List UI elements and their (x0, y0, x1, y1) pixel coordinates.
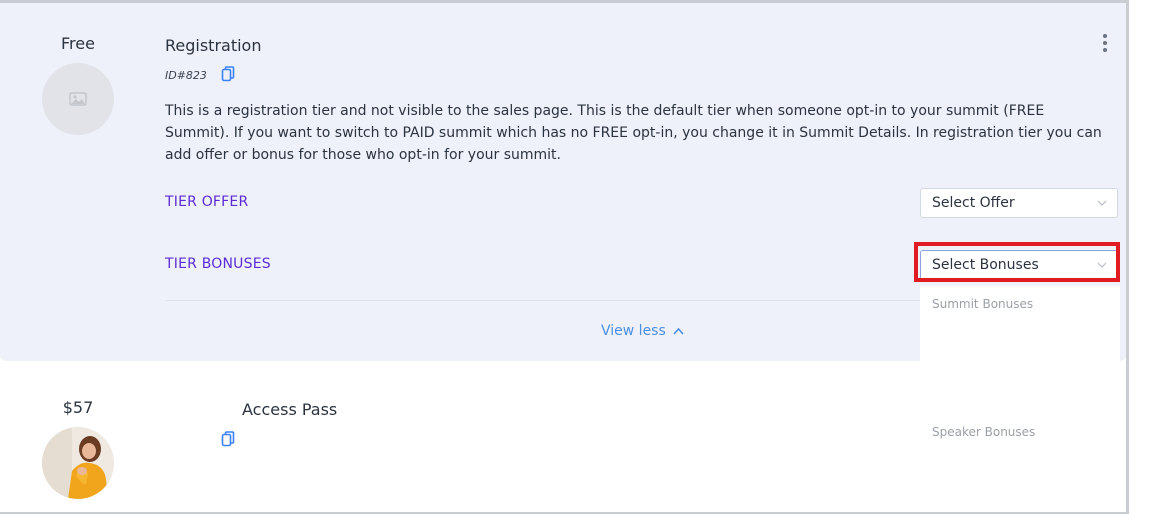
chevron-up-icon (673, 327, 684, 335)
person-photo (42, 427, 114, 499)
tier-price: $57 (62, 398, 94, 417)
bonuses-dropdown-menu: Summit Bonuses Speaker Bonuses (920, 286, 1120, 512)
tiers-panel: Free Registration ID#823 This is a regis… (0, 0, 1129, 514)
tier-description: This is a registration tier and not visi… (165, 103, 1102, 163)
tier-bonuses-label: TIER BONUSES (165, 256, 271, 272)
highlight-box (914, 242, 1120, 282)
dropdown-group-summit-bonuses: Summit Bonuses (932, 297, 1034, 311)
tier-offer-label: TIER OFFER (165, 194, 249, 210)
tier-id: ID#823 (165, 69, 207, 82)
tier-price: Free (61, 34, 95, 53)
tier-thumbnail[interactable] (42, 63, 114, 135)
view-less-label: View less (601, 323, 666, 339)
dropdown-group-speaker-bonuses: Speaker Bonuses (932, 425, 1036, 439)
copy-icon[interactable] (221, 431, 235, 447)
tier-name: Access Pass (242, 400, 338, 419)
divider (165, 300, 920, 301)
tier-name: Registration (165, 36, 262, 55)
image-placeholder-icon (69, 92, 87, 106)
tier-thumbnail[interactable] (42, 427, 114, 499)
more-options-icon[interactable] (1102, 34, 1108, 54)
select-offer-dropdown[interactable]: Select Offer (920, 188, 1118, 218)
chevron-down-icon (1097, 200, 1107, 206)
view-less-link[interactable]: View less (601, 323, 684, 339)
select-offer-value: Select Offer (932, 195, 1015, 211)
copy-icon[interactable] (221, 66, 235, 82)
